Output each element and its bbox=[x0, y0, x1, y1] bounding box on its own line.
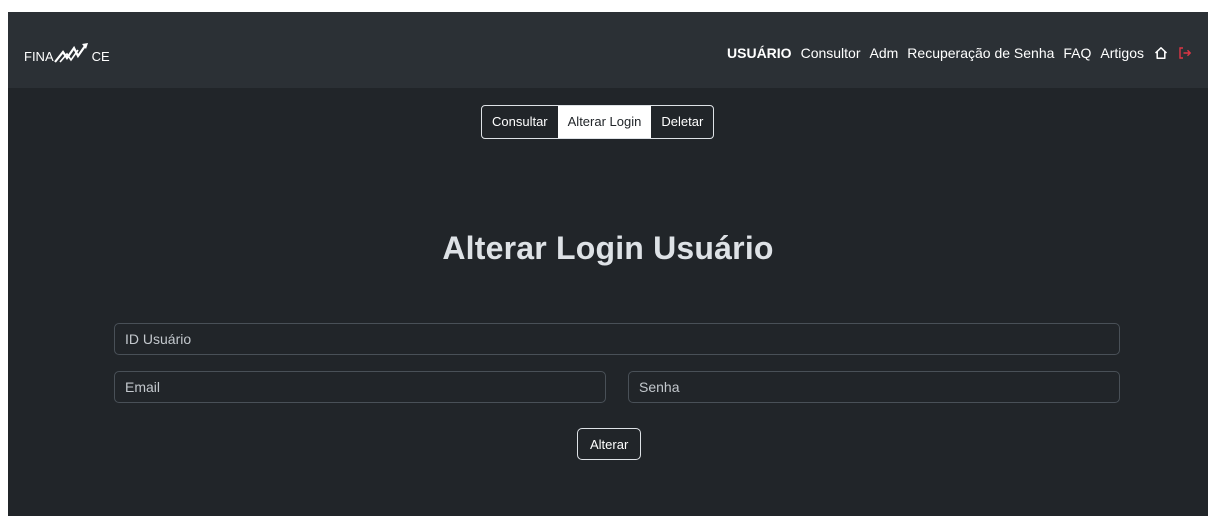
tab-consultar[interactable]: Consultar bbox=[482, 106, 558, 138]
nav-artigos[interactable]: Artigos bbox=[1100, 45, 1144, 61]
nav-recuperacao-senha[interactable]: Recuperação de Senha bbox=[907, 45, 1054, 61]
page-title: Alterar Login Usuário bbox=[442, 230, 774, 266]
logo-text-right: CE bbox=[91, 49, 110, 64]
home-icon[interactable] bbox=[1154, 46, 1168, 60]
nav-usuario[interactable]: USUÁRIO bbox=[727, 45, 792, 61]
logo[interactable]: FINA CE bbox=[24, 42, 110, 64]
logout-icon[interactable] bbox=[1178, 46, 1192, 60]
email-input[interactable] bbox=[114, 371, 606, 403]
main-nav: USUÁRIO Consultor Adm Recuperação de Sen… bbox=[718, 42, 1192, 64]
logo-text-left: FINA bbox=[24, 49, 54, 64]
tab-alterar-login[interactable]: Alterar Login bbox=[557, 106, 652, 138]
app-window: FINA CE USUÁRIO Consultor Adm Recuperaçã… bbox=[8, 12, 1208, 516]
tab-deletar[interactable]: Deletar bbox=[651, 106, 713, 138]
id-usuario-input[interactable] bbox=[114, 323, 1120, 355]
nav-faq[interactable]: FAQ bbox=[1063, 45, 1091, 61]
action-tabs: Consultar Alterar Login Deletar bbox=[481, 105, 715, 139]
senha-input[interactable] bbox=[628, 371, 1120, 403]
alterar-button[interactable]: Alterar bbox=[577, 428, 642, 460]
nav-consultor[interactable]: Consultor bbox=[801, 45, 861, 61]
navbar: FINA CE USUÁRIO Consultor Adm Recuperaçã… bbox=[8, 12, 1208, 88]
nav-adm[interactable]: Adm bbox=[870, 45, 899, 61]
logo-chart-icon bbox=[53, 43, 88, 63]
